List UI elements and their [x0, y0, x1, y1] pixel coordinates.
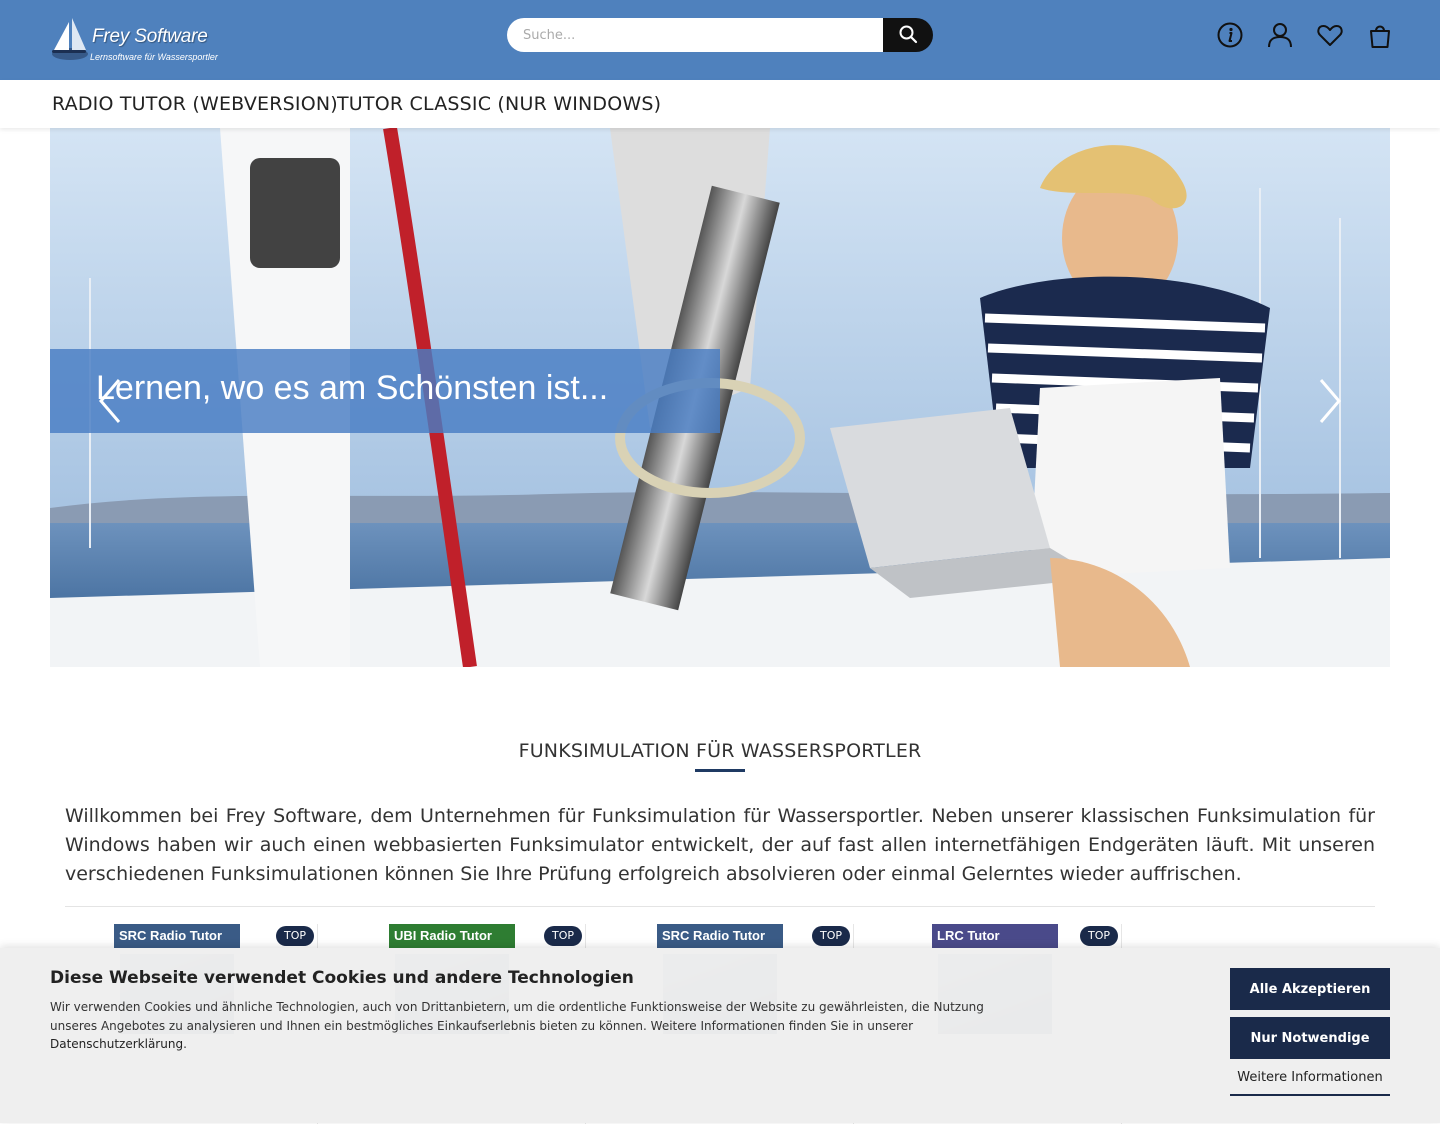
slider-next-button[interactable] — [1315, 376, 1345, 426]
account-button[interactable] — [1264, 18, 1296, 52]
privacy-link[interactable]: Datenschutzerklärung — [50, 1037, 183, 1051]
wishlist-button[interactable] — [1314, 18, 1346, 52]
product-box-title: SRC Radio Tutor — [114, 924, 240, 948]
search-input[interactable] — [507, 18, 887, 52]
slider-prev-button[interactable] — [95, 376, 125, 426]
search-icon — [899, 25, 918, 43]
cookie-banner: Diese Webseite verwendet Cookies und and… — [0, 948, 1440, 1123]
search-form — [507, 18, 933, 52]
nav-item-tutor-classic[interactable]: Tutor Classic (nur Windows) — [337, 93, 661, 115]
main-navigation: Radio Tutor (Webversion) Tutor Classic (… — [0, 80, 1440, 128]
hero-banner-text: Lernen, wo es am Schönsten ist... — [96, 369, 609, 407]
product-box-title: SRC Radio Tutor — [657, 924, 783, 948]
search-button[interactable] — [883, 18, 933, 52]
cookie-text: Wir verwenden Cookies und ähnliche Techn… — [50, 1000, 984, 1051]
sailboat-logo-icon — [52, 18, 88, 60]
hero-slider: Lernen, wo es am Schönsten ist... — [50, 128, 1390, 667]
top-badge: TOP — [544, 926, 583, 946]
nav-item-radio-tutor[interactable]: Radio Tutor (Webversion) — [52, 93, 338, 115]
top-badge: TOP — [812, 926, 851, 946]
divider — [65, 906, 1375, 907]
cookie-title: Diese Webseite verwendet Cookies und and… — [50, 968, 634, 988]
info-icon — [1217, 22, 1243, 48]
product-box-title: UBI Radio Tutor — [389, 924, 515, 948]
top-badge: TOP — [1080, 926, 1119, 946]
logo-brand: Frey Software — [92, 26, 208, 47]
section-title-underline — [695, 769, 745, 772]
bag-icon — [1370, 25, 1390, 48]
top-badge: TOP — [276, 926, 315, 946]
header-bar: Frey Software Lernsoftware für Wasserspo… — [0, 0, 1440, 80]
chevron-left-icon — [99, 379, 121, 423]
account-icon — [1268, 23, 1292, 48]
hero-banner: Lernen, wo es am Schönsten ist... — [50, 349, 720, 433]
section-title: Funksimulation für Wassersportler — [518, 740, 922, 762]
chevron-right-icon — [1319, 379, 1341, 423]
info-button[interactable] — [1214, 18, 1246, 52]
logo-tagline: Lernsoftware für Wassersportler — [90, 52, 218, 62]
logo[interactable]: Frey Software Lernsoftware für Wasserspo… — [50, 14, 220, 66]
product-box-title: LRC Tutor — [932, 924, 1058, 948]
accept-all-button[interactable]: Alle Akzeptieren — [1230, 968, 1390, 1010]
only-necessary-button[interactable]: Nur Notwendige — [1230, 1017, 1390, 1059]
heart-icon — [1317, 25, 1343, 46]
intro-text: Willkommen bei Frey Software, dem Untern… — [65, 805, 1375, 885]
cart-button[interactable] — [1364, 18, 1396, 52]
more-info-link[interactable]: Weitere Informationen — [1230, 1070, 1390, 1096]
